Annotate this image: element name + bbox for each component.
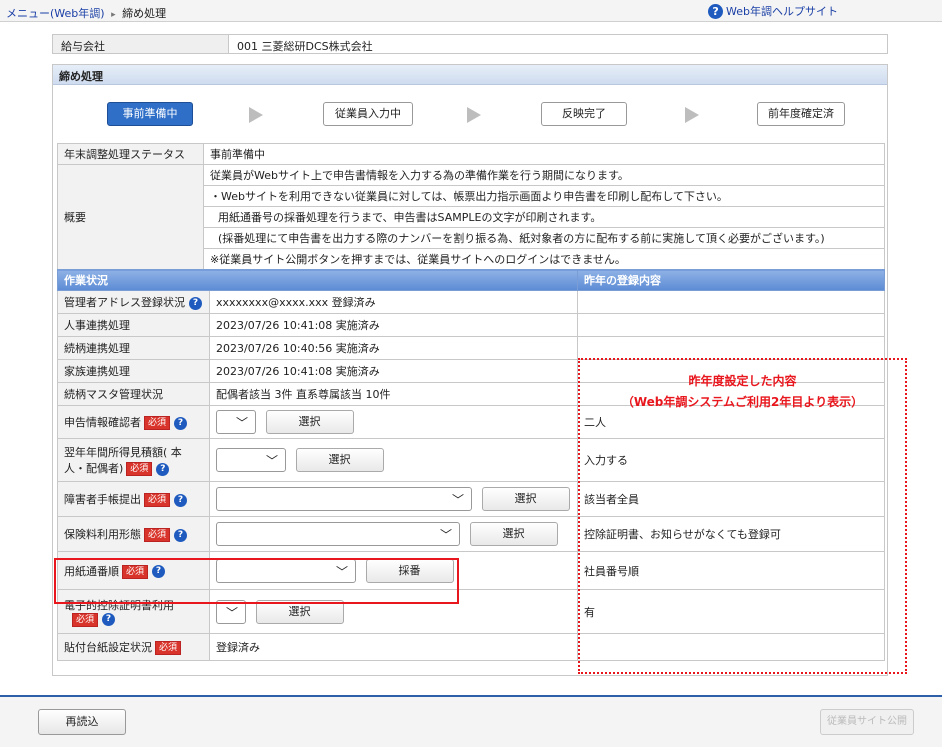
section-title: 締め処理: [53, 65, 887, 85]
step-arrow-icon: [467, 107, 481, 123]
help-icon: ?: [708, 3, 724, 19]
reload-button[interactable]: 再読込: [38, 709, 126, 735]
help-site-link[interactable]: ? Web年調ヘルプサイト: [708, 3, 838, 19]
required-badge: 必須: [144, 528, 171, 542]
company-label: 給与会社: [53, 35, 229, 53]
chevron-down-icon: ﹀: [439, 528, 452, 542]
step-reflected: 反映完了: [541, 102, 627, 126]
breadcrumb-current: 締め処理: [122, 7, 167, 20]
highlight-serial-order: [54, 558, 459, 604]
table-row: 続柄連携処理 2023/07/26 10:40:56 実施済み: [57, 336, 885, 360]
step-prev-year-confirmed: 前年度確定済: [757, 102, 845, 126]
row-label: 続柄マスタ管理状況: [57, 382, 210, 406]
chevron-right-icon: ▸: [111, 10, 116, 20]
row-value: xxxxxxxx@xxxx.xxx 登録済み: [209, 290, 578, 314]
row-value: 登録済み: [209, 633, 578, 661]
breadcrumb-menu-link[interactable]: メニュー(Web年調): [6, 7, 105, 20]
row-value: 2023/07/26 10:40:56 実施済み: [209, 336, 578, 360]
annotation-line1: 昨年度設定した内容: [688, 374, 797, 388]
prev-value: [577, 290, 885, 314]
row-label-line2: 人・配偶者): [64, 462, 124, 475]
help-icon[interactable]: ?: [189, 296, 202, 310]
income-estimate-select[interactable]: ﹀: [216, 448, 286, 472]
work-status-header: 作業状況: [57, 269, 578, 291]
income-estimate-select-button[interactable]: 選択: [295, 448, 384, 472]
insurance-usage-select-button[interactable]: 選択: [469, 522, 558, 546]
status-label: 年末調整処理ステータス: [57, 143, 204, 165]
required-badge: 必須: [126, 462, 153, 476]
row-value: 配偶者該当 3件 直系尊属該当 10件: [209, 382, 578, 406]
row-value: 2023/07/26 10:41:08 実施済み: [209, 359, 578, 383]
disability-cert-select-button[interactable]: 選択: [481, 487, 570, 511]
publish-employee-site-button[interactable]: 従業員サイト公開: [820, 709, 914, 735]
step-employee-input: 従業員入力中: [323, 102, 413, 126]
chevron-down-icon: ﹀: [235, 416, 248, 430]
status-steps: 事前準備中 従業員入力中 反映完了 前年度確定済: [53, 93, 887, 133]
annotation-line2: （Web年調システムご利用2年目より表示）: [621, 395, 864, 409]
table-row: 人事連携処理 2023/07/26 10:41:08 実施済み: [57, 313, 885, 337]
prev-value: [577, 313, 885, 337]
row-label: 貼付台紙設定状況: [64, 641, 152, 654]
company-value: 001 三菱総研DCS株式会社: [237, 40, 373, 53]
required-badge: 必須: [155, 641, 182, 655]
help-icon[interactable]: ?: [174, 493, 188, 507]
required-badge: 必須: [144, 416, 171, 430]
help-icon[interactable]: ?: [174, 416, 188, 430]
row-label-line1: 翌年年間所得見積額( 本: [64, 446, 182, 459]
footer-bar: 再読込 従業員サイト公開: [0, 695, 942, 747]
row-label: 申告情報確認者: [64, 416, 141, 429]
help-site-label: Web年調ヘルプサイト: [726, 5, 838, 18]
table-row: 管理者アドレス登録状況? xxxxxxxx@xxxx.xxx 登録済み: [57, 290, 885, 314]
required-badge: 必須: [144, 493, 171, 507]
reviewer-select[interactable]: ﹀: [216, 410, 256, 434]
chevron-down-icon: ﹀: [265, 454, 278, 468]
row-label: 保険料利用形態: [64, 528, 141, 541]
row-value: 2023/07/26 10:41:08 実施済み: [209, 313, 578, 337]
help-icon[interactable]: ?: [156, 462, 170, 476]
row-label: 続柄連携処理: [57, 336, 210, 360]
status-table: 年末調整処理ステータス 事前準備中 概要 従業員がWebサイト上で申告書情報を入…: [57, 143, 885, 270]
overview-label: 概要: [57, 164, 204, 270]
overview-line: ※従業員サイト公開ボタンを押すまでは、従業員サイトへのログインはできません。: [203, 248, 885, 270]
insurance-usage-select[interactable]: ﹀: [216, 522, 460, 546]
top-bar: メニュー(Web年調) ▸ 締め処理 ? Web年調ヘルプサイト: [0, 0, 942, 22]
help-icon[interactable]: ?: [102, 613, 116, 626]
row-label: 障害者手帳提出: [64, 493, 141, 506]
overview-line: 従業員がWebサイト上で申告書情報を入力する為の準備作業を行う期間になります。: [203, 164, 885, 186]
row-label: 管理者アドレス登録状況: [64, 296, 185, 309]
step-preparing: 事前準備中: [107, 102, 193, 126]
row-label: 家族連携処理: [57, 359, 210, 383]
chevron-down-icon: ﹀: [451, 493, 464, 507]
overview-line: 用紙通番号の採番処理を行うまで、申告書はSAMPLEの文字が印刷されます。: [203, 206, 885, 228]
step-arrow-icon: [249, 107, 263, 123]
required-badge: 必須: [72, 612, 99, 627]
help-icon[interactable]: ?: [174, 528, 188, 542]
chevron-down-icon: ﹀: [225, 605, 238, 620]
overview-line: (採番処理にて申告書を出力する際のナンバーを割り振る為、紙対象者の方に配布する前…: [203, 227, 885, 249]
row-label: 人事連携処理: [57, 313, 210, 337]
step-arrow-icon: [685, 107, 699, 123]
status-value: 事前準備中: [203, 143, 885, 165]
breadcrumb: メニュー(Web年調) ▸ 締め処理: [6, 5, 166, 21]
prev-year-header: 昨年の登録内容: [577, 269, 885, 291]
overview-line: ・Webサイトを利用できない従業員に対しては、帳票出力指示画面より申告書を印刷し…: [203, 185, 885, 207]
prev-value: [577, 336, 885, 360]
reviewer-select-button[interactable]: 選択: [265, 410, 354, 434]
company-row: 給与会社 001 三菱総研DCS株式会社: [52, 34, 888, 54]
disability-cert-select[interactable]: ﹀: [216, 487, 472, 511]
